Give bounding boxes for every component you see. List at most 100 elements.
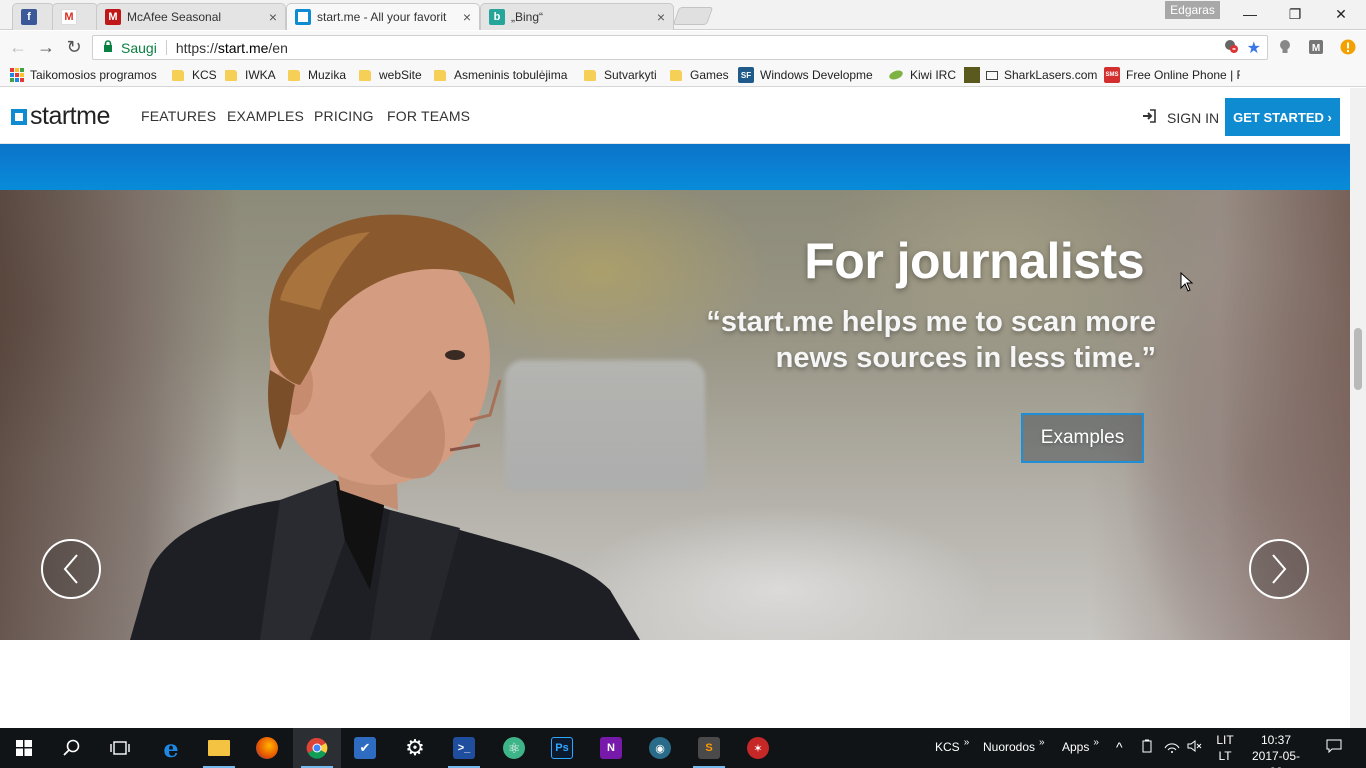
powershell-taskbar-button[interactable]: >_ [440,728,488,768]
show-hidden-icons-icon[interactable]: ^ [1116,739,1123,755]
browser-tab-strip: f M M McAfee Seasonal × start.me - All y… [0,0,1366,30]
task-view-button[interactable] [96,728,144,768]
close-window-button[interactable]: ✕ [1318,0,1364,28]
sign-in-link[interactable]: SIGN IN [1142,109,1219,127]
chevron-icon: » [963,737,970,748]
bookmark-label: Sutvarkyti [604,68,657,82]
system-clock[interactable]: 10:37 2017-05-22 [1246,732,1306,768]
carousel-prev-button[interactable] [41,539,101,599]
nav-features[interactable]: FEATURES [141,108,216,124]
bookmark-kiwi-irc[interactable]: Kiwi IRC [888,67,956,83]
volume-muted-icon[interactable] [1187,739,1203,756]
firefox-taskbar-button[interactable] [243,728,291,768]
bookmark-label: Free Online Phone | R [1126,68,1240,82]
nav-examples[interactable]: EXAMPLES [227,108,304,124]
folder-icon [208,740,230,756]
atom-taskbar-button[interactable]: ⚛ [490,728,538,768]
scrollbar-thumb[interactable] [1354,328,1362,390]
photoshop-taskbar-button[interactable]: Ps [538,728,586,768]
bookmark-free-online-phone[interactable]: SMS Free Online Phone | R [1104,67,1240,83]
elephant-icon: ◉ [649,737,671,759]
url-path: /en [268,39,288,56]
page-scrollbar[interactable] [1350,88,1366,728]
tab-close-icon[interactable]: × [657,9,665,25]
lightbulb-extension-icon[interactable] [1276,38,1294,56]
settings-taskbar-button[interactable]: ⚙ [391,728,439,768]
action-center-icon[interactable] [1326,739,1342,756]
bookmark-folder-asmeninis[interactable]: Asmeninis tobulėjima [434,67,568,83]
search-button[interactable] [48,728,96,768]
bookmark-folder-games[interactable]: Games [670,67,729,83]
toolbar-kcs[interactable]: KCS» [935,737,970,754]
start-button[interactable] [0,728,48,768]
onenote-taskbar-button[interactable]: N [587,728,635,768]
battery-icon[interactable] [1140,739,1154,756]
bookmark-folder-kcs[interactable]: KCS [172,67,217,83]
kiwi-icon [888,67,904,83]
bookmark-sharklasers[interactable]: SharkLasers.com [964,67,1097,83]
wifi-icon[interactable] [1164,739,1180,756]
nav-for-teams[interactable]: FOR TEAMS [387,108,470,124]
bookmark-label: Muzika [308,68,347,82]
app-taskbar-button[interactable]: ◉ [636,728,684,768]
tab-startme[interactable]: start.me - All your favorit × [286,3,480,30]
task-view-icon [110,741,130,755]
mouse-cursor-icon [1180,272,1194,292]
minimize-button[interactable]: — [1227,0,1273,28]
bookmark-label: Windows Developme [760,68,873,82]
tab-mcafee[interactable]: M McAfee Seasonal × [96,3,286,30]
address-bar[interactable]: Saugi https://start.me/en ★ [92,35,1268,60]
bookmark-star-icon[interactable]: ★ [1247,38,1261,58]
hero-quote-line: news sources in less time.” [775,342,1156,374]
file-explorer-taskbar-button[interactable] [195,728,243,768]
facebook-icon: f [21,9,37,25]
examples-button[interactable]: Examples [1021,413,1144,463]
folder-icon [359,69,371,81]
language-code: LIT [1216,733,1234,747]
nav-pricing[interactable]: PRICING [314,108,374,124]
profile-button[interactable]: Edgaras [1165,1,1220,19]
translate-icon[interactable] [1223,38,1239,57]
toolbar-label: Nuorodos [983,740,1036,754]
bookmark-folder-sutvarkyti[interactable]: Sutvarkyti [584,67,657,83]
startme-logo[interactable]: startme [11,102,110,131]
back-button[interactable]: ← [7,37,29,57]
input-language[interactable]: LIT LT [1212,732,1238,764]
bookmark-folder-muzika[interactable]: Muzika [288,67,346,83]
m-extension-icon[interactable]: M [1307,38,1325,56]
bookmark-label: Asmeninis tobulėjima [454,68,568,82]
tasks-taskbar-button[interactable]: ✔ [341,728,389,768]
maximize-button[interactable]: ❐ [1272,0,1318,28]
get-started-button[interactable]: GET STARTED › [1225,98,1340,136]
tab-close-icon[interactable]: × [269,9,277,25]
bookmark-label: IWKA [245,68,276,82]
sublime-taskbar-button[interactable]: S [685,728,733,768]
bookmark-folder-iwka[interactable]: IWKA [225,67,276,83]
toolbar-apps[interactable]: Apps» [1062,737,1099,754]
game-taskbar-button[interactable]: ✶ [734,728,782,768]
chrome-taskbar-button[interactable] [293,728,341,768]
bookmark-apps[interactable]: Taikomosios programos [10,67,157,83]
bookmark-folder-website[interactable]: webSite [359,67,422,83]
toolbar-nuorodos[interactable]: Nuorodos» [983,737,1045,754]
powershell-icon: >_ [453,737,475,759]
tab-facebook[interactable]: f [12,3,54,30]
tab-close-icon[interactable]: × [463,9,471,25]
new-tab-button[interactable] [672,7,714,25]
gmail-icon: M [61,9,77,25]
tab-bing[interactable]: b „Bing“ × [480,3,674,30]
edge-taskbar-button[interactable]: e [147,728,195,768]
atom-icon: ⚛ [503,737,525,759]
bookmark-windows-developer[interactable]: SF Windows Developme [738,67,874,83]
gear-icon: ⚙ [405,735,425,760]
chevron-right-icon [1272,554,1287,584]
forward-button[interactable]: → [35,37,57,57]
reload-button[interactable]: ↻ [63,37,85,57]
tab-gmail[interactable]: M [52,3,98,30]
divider [165,40,167,55]
alert-extension-icon[interactable] [1339,38,1357,56]
carousel-next-button[interactable] [1249,539,1309,599]
chrome-icon [306,737,328,759]
blue-banner-strip [0,144,1350,190]
url-scheme: https:// [175,39,218,56]
